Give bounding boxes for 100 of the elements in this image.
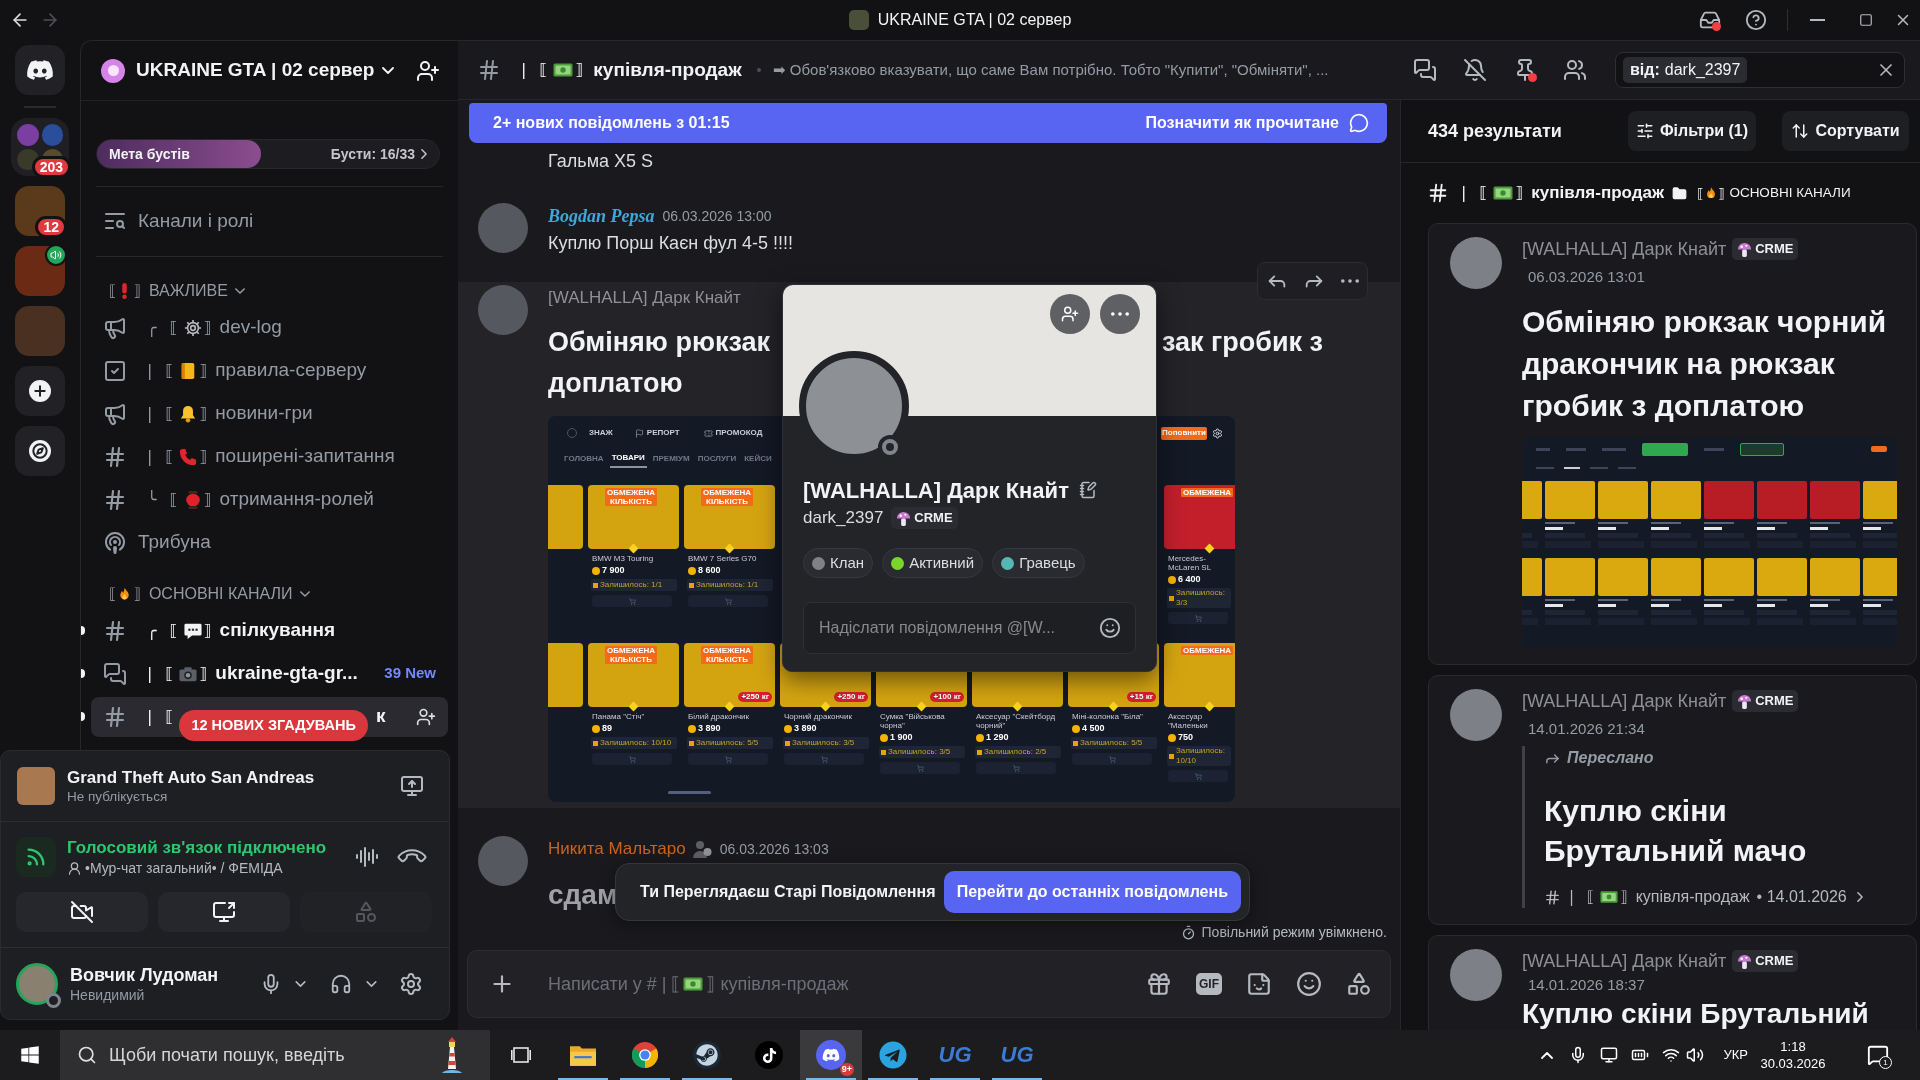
username[interactable]: Никита Мальтаро bbox=[548, 836, 686, 862]
taskbar-app-button[interactable]: UG bbox=[924, 1030, 986, 1080]
user-status-text: Невидимий bbox=[70, 985, 146, 1004]
sticker-icon[interactable] bbox=[1246, 971, 1272, 997]
product-name: Чорний дракончик bbox=[784, 712, 853, 721]
invite-icon[interactable] bbox=[416, 706, 436, 727]
gift-icon[interactable] bbox=[1146, 971, 1172, 997]
channels-and-roles-item[interactable]: Канали і ролі bbox=[91, 203, 448, 239]
clock[interactable]: 1:18 30.03.2026 bbox=[1756, 1038, 1830, 1072]
limited-tag: ОБМЕЖЕНА bbox=[1181, 488, 1233, 497]
more-options-button[interactable] bbox=[1100, 294, 1140, 334]
share-screen-button[interactable] bbox=[158, 892, 290, 932]
settings-icon[interactable] bbox=[1212, 427, 1223, 439]
chevron-up-icon[interactable] bbox=[1541, 1051, 1554, 1059]
category-header[interactable]: ⟦ ⟧ ВАЖЛИВЕ bbox=[81, 276, 458, 306]
emoji-icon[interactable] bbox=[1296, 971, 1322, 997]
mushroom-icon bbox=[1737, 693, 1753, 709]
shop-tab[interactable]: ГОЛОВНА bbox=[562, 450, 606, 468]
sort-button[interactable]: Сортувати bbox=[1782, 111, 1909, 151]
mark-as-read-button[interactable]: Позначити як прочитане bbox=[1145, 111, 1369, 135]
user-avatar[interactable] bbox=[478, 836, 528, 886]
shop-tab[interactable]: ТОВАРИ bbox=[609, 450, 647, 468]
user-avatar[interactable] bbox=[16, 962, 58, 1005]
wifi-icon[interactable] bbox=[1662, 1046, 1681, 1064]
chevron-down-icon[interactable] bbox=[366, 980, 377, 987]
voice-channel-name[interactable]: •Мур-чат загальний• / ФЕМІДА bbox=[85, 859, 283, 877]
jump-to-message-link[interactable]: | ⟦ ⟧ купівля-продаж • 14.01.2026 bbox=[1544, 886, 1863, 908]
shop-nav-link[interactable]: ЗНАЖ bbox=[589, 427, 613, 439]
taskbar-app-button[interactable]: 9+ bbox=[800, 1030, 862, 1080]
search-result-card[interactable]: [WALHALLA] Дарк Кнайт CRME 14.01.2026 21:34 Переслано Куплю скіни Брутальний мачо | ⟦ ⟧ купівля-продаж • 14.01.2026 bbox=[1428, 675, 1917, 925]
notifications-button[interactable]: 1 bbox=[1864, 1041, 1892, 1069]
channel-item[interactable]: | ⟦ ⟧ ukraine-gta-gr... 39 New bbox=[91, 653, 448, 694]
taskbar-app-button[interactable]: UG bbox=[986, 1030, 1048, 1080]
jump-to-present-button[interactable]: Перейти до останніх повідомлень bbox=[943, 871, 1241, 913]
username[interactable]: Bogdan Pepsa bbox=[548, 202, 655, 230]
channel-item[interactable]: Трибуна bbox=[91, 522, 448, 563]
channel-link[interactable]: | ⟦ ⟧ купівля-продаж bbox=[1427, 180, 1664, 206]
search-filter-chip: від: dark_2397 bbox=[1623, 57, 1748, 83]
note-icon[interactable] bbox=[1078, 481, 1097, 499]
username[interactable]: [WALHALLA] Дарк Кнайт bbox=[548, 285, 741, 311]
search-result-card[interactable]: [WALHALLA] Дарк Кнайт CRME 06.03.2026 13:01 Обміняю рюкзак чорний дракончик на рюкзак гробик з доплатою bbox=[1428, 223, 1917, 665]
sound-wave-icon[interactable] bbox=[355, 845, 379, 869]
channel-item[interactable]: | ⟦ ⟧ новини-гри bbox=[91, 393, 448, 434]
camera-button[interactable] bbox=[16, 892, 148, 932]
bell-off-icon[interactable] bbox=[1463, 58, 1487, 82]
settings-icon[interactable] bbox=[399, 971, 423, 996]
user-avatar[interactable] bbox=[478, 203, 528, 253]
channel-item[interactable]: ╭ ⟦ ⟧ dev-log bbox=[91, 307, 448, 348]
apps-icon[interactable] bbox=[1346, 971, 1372, 997]
add-server-button[interactable] bbox=[15, 366, 65, 416]
channel-item[interactable]: | ⟦ ⟧ поширені-запитання bbox=[91, 436, 448, 477]
shop-tab[interactable]: ПОСЛУГИ bbox=[695, 450, 739, 468]
chevron-down-icon[interactable] bbox=[295, 980, 306, 987]
input-language[interactable]: УКР bbox=[1723, 1045, 1748, 1065]
category-link[interactable]: ⟦ ⟧ ОСНОВНІ КАНАЛИ bbox=[1697, 182, 1851, 204]
help-icon[interactable] bbox=[1745, 9, 1767, 31]
channel-item[interactable]: | ⟦ ⟧ правила-серверу bbox=[91, 350, 448, 391]
headphones-icon[interactable] bbox=[330, 972, 352, 995]
more-icon[interactable] bbox=[1341, 279, 1360, 283]
shop-nav-link[interactable]: ПРОМОКОД bbox=[703, 427, 763, 439]
username[interactable]: [WALHALLA] Дарк Кнайт bbox=[1522, 235, 1727, 263]
message-input-field[interactable]: Написати у # | ⟦ ⟧ купівля-продаж GIF bbox=[467, 950, 1391, 1018]
screen-share-icon bbox=[212, 900, 236, 924]
shop-tab[interactable]: КЕЙСИ bbox=[742, 450, 774, 468]
speech-bubble-icon bbox=[183, 621, 202, 640]
speaker-icon[interactable] bbox=[1686, 1046, 1705, 1064]
channel-item[interactable]: ╰ ⟦ ⟧ отримання-ролей bbox=[91, 479, 448, 520]
inbox-icon[interactable] bbox=[1699, 9, 1721, 31]
filters-button[interactable]: Фільтри (1) bbox=[1628, 111, 1756, 151]
message-input-field[interactable]: Надіслати повідомлення @[W... bbox=[803, 602, 1136, 654]
cart-icon bbox=[1108, 755, 1116, 763]
server-name[interactable]: UKRAINE GTA | 02 сервер bbox=[136, 56, 375, 85]
members-icon[interactable] bbox=[1563, 58, 1587, 82]
username[interactable]: [WALHALLA] Дарк Кнайт bbox=[1522, 947, 1727, 975]
add-friend-icon bbox=[1061, 305, 1079, 323]
username[interactable]: [WALHALLA] Дарк Кнайт bbox=[1522, 687, 1727, 715]
category-header[interactable]: ⟦ ⟧ ОСНОВНІ КАНАЛИ bbox=[81, 579, 458, 609]
search-result-card[interactable]: [WALHALLA] Дарк Кнайт CRME 14.01.2026 18:37 Куплю скіни Брутальний bbox=[1428, 935, 1917, 1030]
shop-tab[interactable]: ПРЕМІУМ bbox=[650, 450, 692, 468]
invite-people-icon[interactable] bbox=[416, 58, 440, 83]
chevron-down-icon bbox=[234, 288, 245, 294]
stock-text: Залишилось: 10/10 bbox=[600, 738, 672, 748]
user-avatar[interactable] bbox=[1450, 689, 1502, 741]
monitor-icon[interactable] bbox=[1600, 1046, 1619, 1064]
search-field[interactable]: від: dark_2397 bbox=[1615, 52, 1905, 88]
shop-nav-link[interactable]: РЕПОРТ bbox=[634, 427, 680, 439]
boost-count-link[interactable]: Бусти: 16/33 bbox=[330, 143, 427, 165]
user-avatar[interactable] bbox=[1450, 237, 1502, 289]
maximize-icon[interactable] bbox=[1859, 13, 1873, 27]
channel-item[interactable]: ╭ ⟦ ⟧ спілкування bbox=[91, 610, 448, 651]
gif-button[interactable]: GIF bbox=[1196, 973, 1222, 995]
home-button[interactable] bbox=[15, 45, 65, 95]
user-avatar[interactable] bbox=[1450, 949, 1502, 1001]
discover-button[interactable] bbox=[15, 426, 65, 476]
weight-tag: +250 кг bbox=[738, 692, 772, 702]
emoji-icon[interactable] bbox=[1099, 617, 1121, 639]
screen-share-icon[interactable] bbox=[400, 774, 424, 798]
add-friend-button[interactable] bbox=[1050, 294, 1090, 334]
taskbar-search-field[interactable]: Щоби почати пошук, введіть bbox=[60, 1030, 490, 1080]
threads-icon[interactable] bbox=[1413, 58, 1437, 82]
